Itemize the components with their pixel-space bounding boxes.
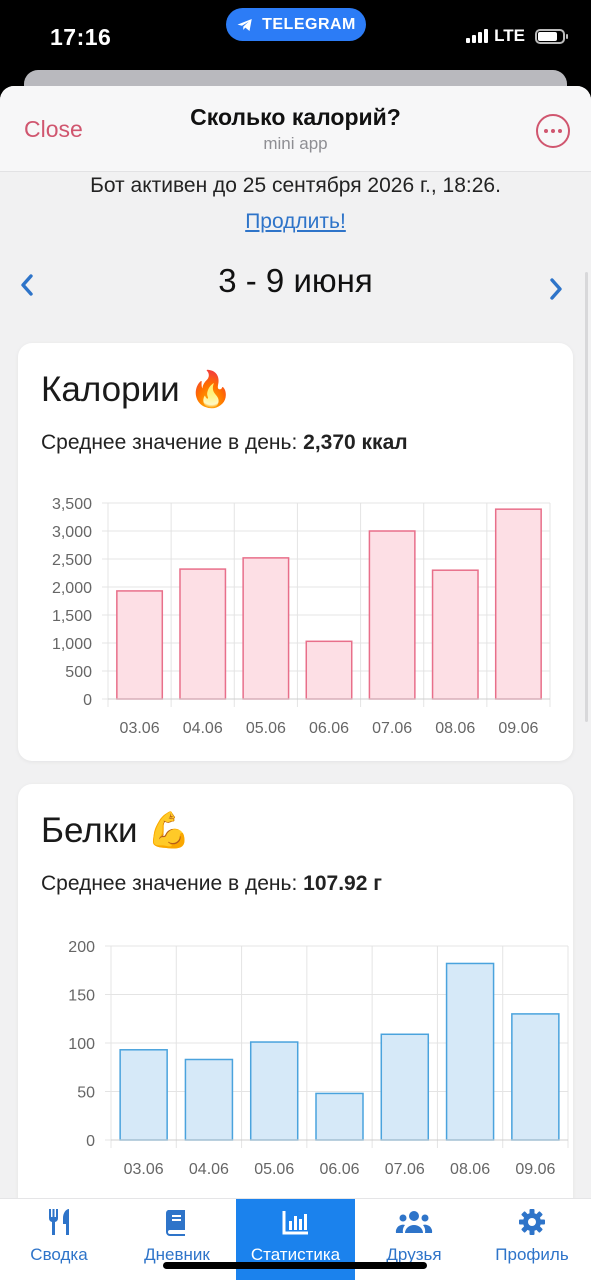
protein-average-label: Среднее значение в день: — [41, 872, 298, 895]
y-tick-label: 2,000 — [52, 580, 92, 597]
sheet-header: Close Сколько калорий? mini app — [0, 86, 591, 172]
telegram-badge-label: TELEGRAM — [262, 15, 356, 33]
x-tick-label: 04.06 — [189, 1161, 229, 1178]
calories-average-label: Среднее значение в день: — [41, 431, 298, 454]
protein-chart: 0 50 100 150 200 03.06 04.06 05.06 06.06 07.06 08.… — [68, 939, 569, 1178]
x-tick-label: 09.06 — [515, 1161, 555, 1178]
protein-average-value: 107.92 г — [303, 872, 382, 895]
y-tick-label: 0 — [83, 692, 92, 709]
tab-profile-label: Профиль — [495, 1245, 569, 1264]
network-type: LTE — [494, 26, 525, 45]
bar-07.06[interactable] — [368, 530, 416, 700]
bar-08.06[interactable] — [431, 569, 479, 700]
y-tick-label: 150 — [68, 988, 95, 1005]
y-tick-label: 100 — [68, 1036, 95, 1053]
dot-icon — [544, 129, 548, 133]
next-week-button[interactable] — [541, 274, 571, 304]
status-time: 17:16 — [50, 24, 112, 50]
status-right: LTE — [466, 26, 568, 46]
bar-05.06[interactable] — [242, 557, 290, 700]
x-tick-label: 07.06 — [385, 1161, 425, 1178]
bar-05.06[interactable] — [249, 1041, 299, 1141]
dot-icon — [551, 129, 555, 133]
x-tick-label: 08.06 — [435, 720, 475, 737]
signal-icon — [466, 29, 489, 43]
y-tick-label: 0 — [86, 1133, 95, 1150]
protein-average: Среднее значение в день: 107.92 г — [41, 872, 382, 896]
calories-card: Калории 🔥 Среднее значение в день: 2,370… — [18, 343, 573, 761]
bar-06.06[interactable] — [315, 1092, 364, 1141]
subscription-status: Бот активен до 25 сентября 2026 г., 18:2… — [90, 174, 501, 197]
calories-average-value: 2,370 ккал — [303, 431, 408, 454]
battery-icon — [535, 28, 568, 44]
more-options-button[interactable] — [536, 114, 570, 148]
bar-09.06[interactable] — [511, 1013, 560, 1141]
app-subtitle: mini app — [263, 134, 328, 153]
x-tick-label: 05.06 — [246, 720, 286, 737]
y-tick-label: 500 — [65, 664, 92, 681]
bar-03.06[interactable] — [116, 590, 164, 700]
y-tick-label: 3,000 — [52, 524, 92, 541]
calories-average: Среднее значение в день: 2,370 ккал — [41, 431, 408, 455]
x-tick-label: 07.06 — [372, 720, 412, 737]
x-tick-label: 09.06 — [498, 720, 538, 737]
x-tick-label: 03.06 — [120, 720, 160, 737]
tab-profile[interactable]: Профиль — [473, 1199, 591, 1280]
y-tick-label: 200 — [68, 939, 95, 956]
users-icon — [395, 1211, 433, 1233]
protein-title: Белки 💪 — [41, 811, 191, 850]
week-label: 3 - 9 июня — [218, 262, 373, 299]
y-tick-label: 1,000 — [52, 636, 92, 653]
renew-link[interactable]: Продлить! — [0, 210, 591, 234]
bar-03.06[interactable] — [119, 1049, 168, 1141]
main-content[interactable]: Бот активен до 25 сентября 2026 г., 18:2… — [0, 172, 591, 1200]
x-tick-label: 08.06 — [450, 1161, 490, 1178]
telegram-icon — [237, 18, 252, 31]
book-icon — [165, 1210, 185, 1236]
chart-bar-icon — [282, 1211, 308, 1235]
x-tick-label: 06.06 — [309, 720, 349, 737]
scrollbar[interactable] — [585, 272, 588, 722]
bar-09.06[interactable] — [494, 508, 542, 700]
calories-chart: 0 500 1,000 1,500 2,000 2,500 3,000 3,500 03.06 0… — [52, 496, 551, 737]
mini-app-sheet: Close Сколько калорий? mini app Бот акти… — [0, 86, 591, 1280]
tab-summary-label: Сводка — [30, 1245, 88, 1264]
gear-icon — [519, 1209, 545, 1235]
utensils-icon — [48, 1209, 69, 1235]
chevron-right-icon — [550, 278, 562, 300]
week-selector: 3 - 9 июня — [0, 262, 591, 312]
home-indicator — [163, 1262, 427, 1269]
status-bar: 17:16 TELEGRAM LTE — [0, 0, 591, 72]
dot-icon — [558, 129, 562, 133]
y-tick-label: 2,500 — [52, 552, 92, 569]
x-tick-label: 04.06 — [183, 720, 223, 737]
y-tick-label: 1,500 — [52, 608, 92, 625]
telegram-badge[interactable]: TELEGRAM — [226, 8, 366, 41]
x-tick-label: 05.06 — [254, 1161, 294, 1178]
bar-04.06[interactable] — [184, 1058, 234, 1141]
bar-08.06[interactable] — [445, 962, 495, 1141]
y-tick-label: 50 — [77, 1085, 95, 1102]
bar-07.06[interactable] — [380, 1033, 430, 1141]
x-tick-label: 06.06 — [319, 1161, 359, 1178]
app-title: Сколько калорий? — [190, 104, 401, 130]
tab-summary[interactable]: Сводка — [0, 1199, 118, 1280]
y-tick-label: 3,500 — [52, 496, 92, 513]
bar-06.06[interactable] — [305, 640, 353, 700]
protein-card: Белки 💪 Среднее значение в день: 107.92 … — [18, 784, 573, 1200]
calories-title: Калории 🔥 — [41, 370, 234, 409]
x-tick-label: 03.06 — [124, 1161, 164, 1178]
bar-04.06[interactable] — [179, 568, 227, 700]
